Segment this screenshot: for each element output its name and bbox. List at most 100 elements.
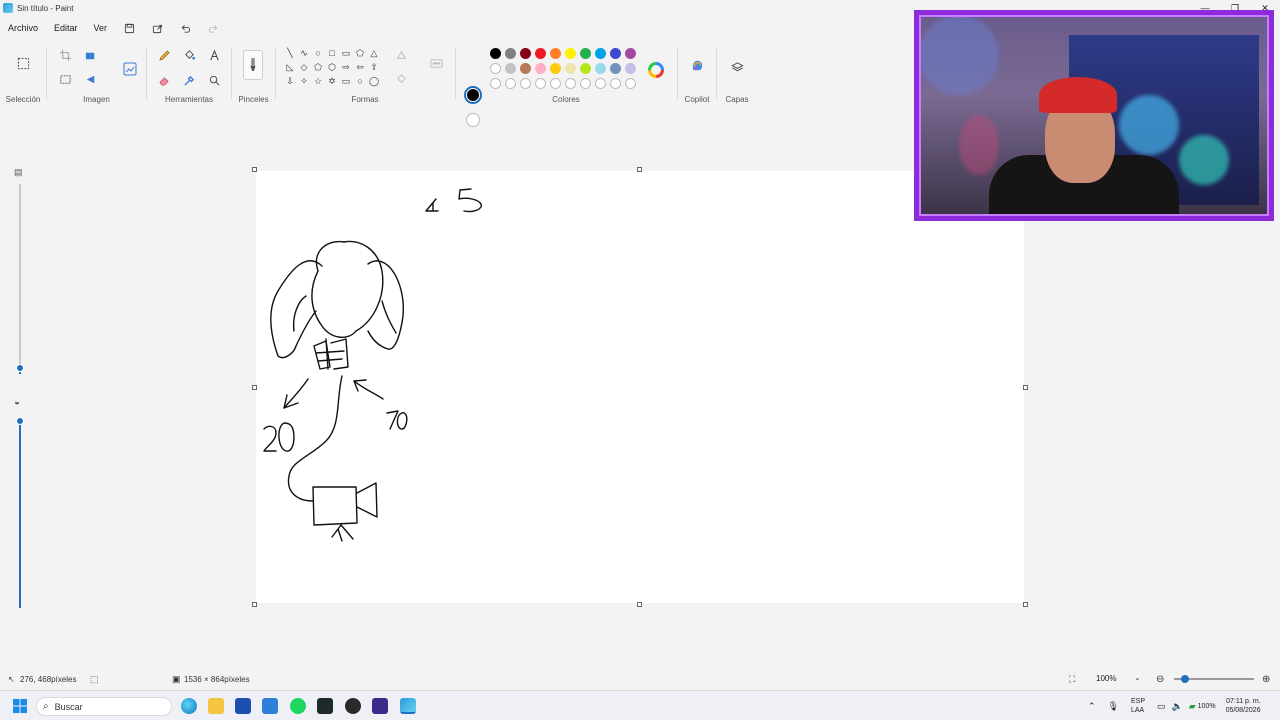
oval-shape-icon[interactable]: ○ [311, 46, 325, 60]
custom-color-slot[interactable] [625, 78, 636, 89]
polygon-shape-icon[interactable]: ⬠ [353, 46, 367, 60]
menu-view[interactable]: Ver [86, 18, 116, 38]
palette-swatch[interactable] [535, 63, 546, 74]
share-icon[interactable] [143, 18, 171, 38]
menu-edit[interactable]: Editar [46, 18, 86, 38]
fit-to-window-icon[interactable]: ⛶ [1069, 674, 1075, 685]
brush-size-knob[interactable] [16, 364, 24, 372]
copilot-icon[interactable] [687, 55, 707, 75]
microsoft-store-icon[interactable] [235, 698, 251, 714]
line-shape-icon[interactable]: ╲ [283, 46, 297, 60]
brush-icon[interactable] [243, 50, 263, 80]
select-rectangle-icon[interactable] [14, 54, 32, 72]
outlook-icon[interactable] [262, 698, 278, 714]
four-point-star-shape-icon[interactable]: ✧ [297, 74, 311, 88]
zoom-in-icon[interactable]: ⊕ [1262, 674, 1270, 685]
eraser-icon[interactable] [155, 71, 173, 89]
palette-swatch[interactable] [565, 48, 576, 59]
speaker-icon[interactable]: 🔈 [1172, 701, 1183, 712]
palette-swatch[interactable] [550, 63, 561, 74]
custom-color-slot[interactable] [535, 78, 546, 89]
stroke-size-icon[interactable] [427, 54, 445, 72]
opacity-slider[interactable] [16, 417, 24, 608]
magnifier-icon[interactable] [205, 71, 223, 89]
rounded-rectangle-shape-icon[interactable]: ▭ [339, 46, 353, 60]
spotify-icon[interactable] [290, 698, 306, 714]
save-icon[interactable] [115, 18, 143, 38]
crop-icon[interactable] [56, 46, 74, 64]
palette-swatch[interactable] [595, 48, 606, 59]
display-icon[interactable]: ▭ [1157, 701, 1166, 712]
right-arrow-shape-icon[interactable]: ⇨ [339, 60, 353, 74]
custom-color-slot[interactable] [490, 78, 501, 89]
rectangle-shape-icon[interactable]: □ [325, 46, 339, 60]
edge-browser-icon[interactable] [181, 698, 197, 714]
callout-rect-shape-icon[interactable]: ▭ [339, 74, 353, 88]
palette-swatch[interactable] [490, 63, 501, 74]
secondary-color-swatch[interactable] [466, 113, 480, 127]
zoom-select[interactable]: 100% ⌄ [1092, 671, 1142, 685]
color-picker-icon[interactable] [180, 71, 198, 89]
palette-swatch[interactable] [505, 48, 516, 59]
custom-color-slot[interactable] [580, 78, 591, 89]
shape-outline-icon[interactable] [392, 46, 410, 64]
hexagon-shape-icon[interactable]: ⬡ [325, 60, 339, 74]
text-icon[interactable] [205, 46, 223, 64]
layers-icon[interactable] [728, 58, 746, 76]
edit-colors-icon[interactable] [646, 60, 666, 80]
palette-swatch[interactable] [490, 48, 501, 59]
terminal-icon[interactable] [317, 698, 333, 714]
palette-swatch[interactable] [625, 63, 636, 74]
palette-swatch[interactable] [520, 48, 531, 59]
brush-size-slider[interactable] [16, 184, 24, 374]
triangle-shape-icon[interactable]: △ [367, 46, 381, 60]
five-point-star-shape-icon[interactable]: ☆ [311, 74, 325, 88]
callout-cloud-shape-icon[interactable]: ◯ [367, 74, 381, 88]
pentagon-shape-icon[interactable]: ⬠ [311, 60, 325, 74]
zoom-out-icon[interactable]: ⊖ [1156, 674, 1164, 685]
palette-swatch[interactable] [610, 48, 621, 59]
shape-fill-icon[interactable] [392, 70, 410, 88]
obs-icon[interactable] [345, 698, 361, 714]
pencil-icon[interactable] [155, 46, 173, 64]
wave-app-icon[interactable] [372, 698, 388, 714]
zoom-slider-knob[interactable] [1181, 675, 1189, 683]
select-all-icon[interactable] [56, 70, 74, 88]
clock[interactable]: 07:11 p. m. 05/08/2026 [1226, 697, 1261, 715]
palette-swatch[interactable] [595, 63, 606, 74]
file-explorer-icon[interactable] [208, 698, 224, 714]
down-arrow-shape-icon[interactable]: ⇩ [283, 74, 297, 88]
palette-swatch[interactable] [580, 48, 591, 59]
palette-swatch[interactable] [535, 48, 546, 59]
redo-icon[interactable] [199, 18, 227, 38]
palette-swatch[interactable] [580, 63, 591, 74]
six-point-star-shape-icon[interactable]: ✡ [325, 74, 339, 88]
diamond-shape-icon[interactable]: ◇ [297, 60, 311, 74]
custom-color-slot[interactable] [595, 78, 606, 89]
menu-file[interactable]: Archivo [0, 18, 46, 38]
custom-color-slot[interactable] [505, 78, 516, 89]
taskbar-search[interactable]: ⌕ Buscar [36, 697, 172, 716]
palette-swatch[interactable] [505, 63, 516, 74]
curve-shape-icon[interactable]: ∿ [297, 46, 311, 60]
palette-swatch[interactable] [520, 63, 531, 74]
image-properties-icon[interactable] [119, 58, 141, 80]
rotate-icon[interactable] [81, 70, 99, 88]
palette-swatch[interactable] [625, 48, 636, 59]
up-arrow-shape-icon[interactable]: ⇧ [367, 60, 381, 74]
chevron-up-icon[interactable]: ⌃ [1088, 701, 1096, 712]
undo-icon[interactable] [171, 18, 199, 38]
palette-swatch[interactable] [550, 48, 561, 59]
opacity-knob[interactable] [16, 417, 24, 425]
battery-icon[interactable]: ▰ [1189, 701, 1196, 712]
primary-color-swatch[interactable] [467, 89, 479, 101]
palette-swatch[interactable] [610, 63, 621, 74]
paint-taskbar-icon[interactable] [400, 698, 416, 714]
custom-color-slot[interactable] [610, 78, 621, 89]
custom-color-slot[interactable] [565, 78, 576, 89]
palette-swatch[interactable] [565, 63, 576, 74]
resize-icon[interactable] [81, 46, 99, 64]
left-arrow-shape-icon[interactable]: ⇦ [353, 60, 367, 74]
language-indicator[interactable]: ESP LAA [1131, 697, 1145, 715]
right-triangle-shape-icon[interactable]: ◺ [283, 60, 297, 74]
